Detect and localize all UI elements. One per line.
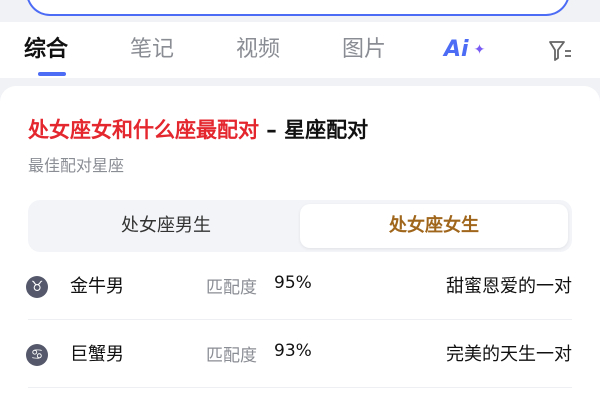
tab-notes[interactable]: 笔记: [130, 36, 174, 64]
gender-segment: 处女座男生 处女座女生: [28, 200, 572, 252]
title-rest: – 星座配对: [259, 118, 369, 142]
result-subtitle: 最佳配对星座: [28, 156, 125, 175]
match-desc: 完美的天生一对: [446, 344, 572, 365]
match-name: 巨蟹男: [70, 344, 124, 365]
result-title[interactable]: 处女座女和什么座最配对 – 星座配对: [28, 114, 368, 144]
taurus-icon: ♉: [26, 276, 48, 298]
tab-ai[interactable]: Ai ✦: [444, 36, 485, 64]
cancer-icon: ♋: [26, 344, 48, 366]
match-name: 金牛男: [70, 276, 124, 297]
list-item[interactable]: ♉ 金牛男 匹配度 95% 甜蜜恩爱的一对: [0, 254, 600, 320]
tab-video[interactable]: 视频: [236, 36, 280, 64]
list-item[interactable]: ♋ 巨蟹男 匹配度 93% 完美的天生一对: [0, 322, 600, 388]
active-tab-indicator: [38, 72, 66, 76]
sparkle-icon: ✦: [473, 42, 486, 58]
divider: [28, 387, 572, 388]
match-label: 匹配度: [206, 278, 257, 298]
tab-all[interactable]: 综合: [24, 36, 68, 64]
title-highlight: 处女座女和什么座最配对: [28, 118, 259, 142]
filter-icon[interactable]: [548, 40, 572, 66]
ai-label: Ai: [444, 37, 469, 62]
segment-male[interactable]: 处女座男生: [32, 204, 300, 248]
match-score: 93%: [274, 341, 312, 361]
search-box[interactable]: [26, 0, 570, 16]
result-card: 处女座女和什么座最配对 – 星座配对 最佳配对星座 处女座男生 处女座女生 ♉ …: [0, 86, 600, 416]
match-label: 匹配度: [206, 346, 257, 366]
divider: [28, 319, 572, 320]
search-tabs: 综合 笔记 视频 图片 Ai ✦: [0, 22, 600, 78]
segment-female[interactable]: 处女座女生: [300, 204, 568, 248]
match-desc: 甜蜜恩爱的一对: [446, 276, 572, 297]
tab-images[interactable]: 图片: [342, 36, 386, 64]
match-score: 95%: [274, 273, 312, 293]
